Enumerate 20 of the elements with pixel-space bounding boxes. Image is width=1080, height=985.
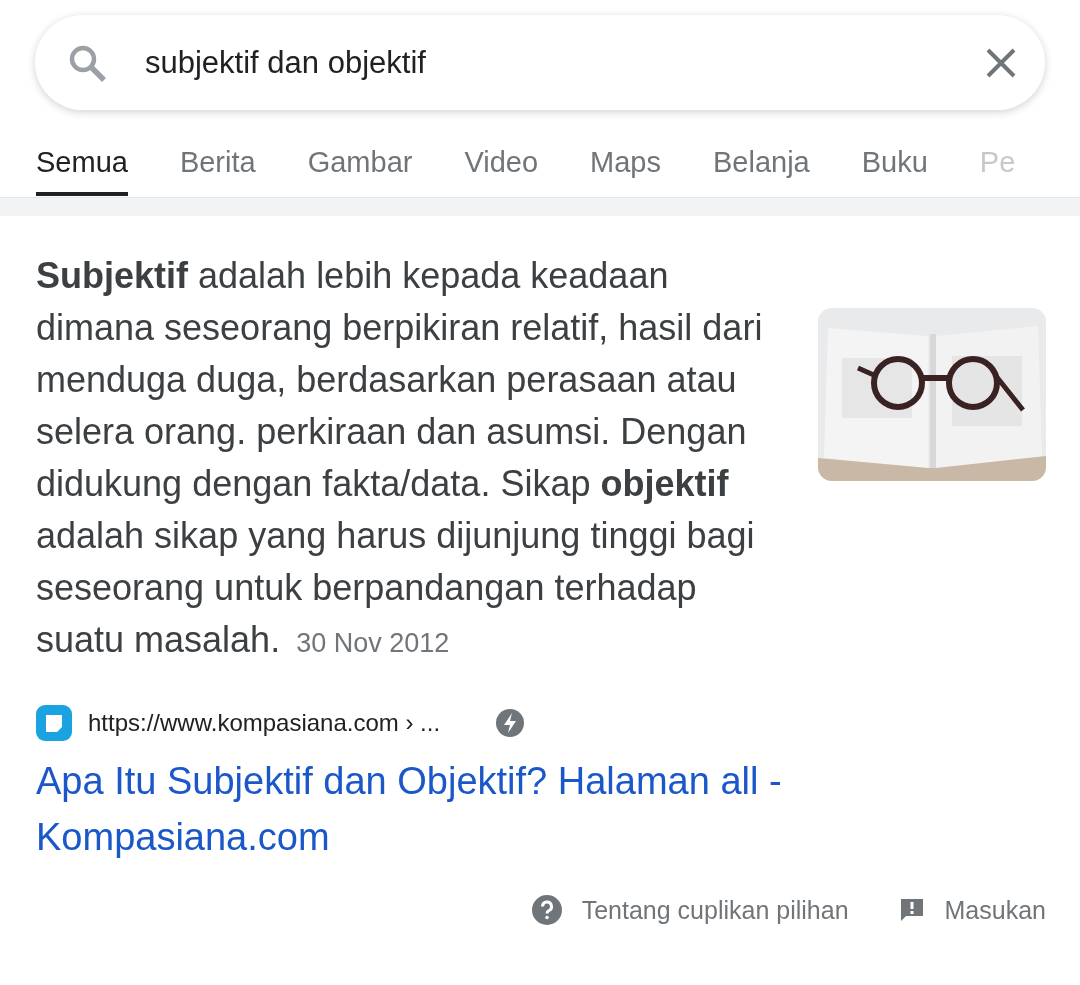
feedback-icon (898, 897, 925, 923)
site-logo-icon (36, 705, 72, 741)
search-field[interactable]: subjektif dan objektif (145, 40, 947, 85)
footer-link-label: Tentang cuplikan pilihan (581, 895, 849, 925)
result-url: https://www.kompasiana.com › ... (88, 709, 441, 737)
snippet-text: Subjektif adalah lebih kepada keadaan dimana seseorang berpikiran relatif, hasil dari menduga duga, berdasarkan perasaan atau selera orang. perkiraan dan asumsi. Dengan didukung dengan fakta/data. Sikap objektif adalah sikap yang harus dijunjung tinggi bagi seseorang untuk berpandangan terhadap suatu masalah. 30 Nov 2012 (36, 254, 764, 662)
search-tab[interactable]: Berita (179, 138, 256, 196)
search-tab[interactable]: Belanja (713, 138, 810, 196)
close-icon[interactable] (985, 46, 1017, 79)
search-tab[interactable]: Maps (590, 138, 661, 196)
search-tab[interactable]: Gambar (307, 138, 413, 196)
footer-link[interactable]: Masukan (898, 895, 1046, 925)
search-tab[interactable]: Buku (861, 138, 928, 196)
footer-link-label: Masukan (944, 895, 1046, 925)
lightning-icon (496, 709, 525, 737)
help-icon (531, 895, 562, 925)
footer-link[interactable]: Tentang cuplikan pilihan (531, 895, 849, 925)
search-tab[interactable]: Video (464, 138, 539, 196)
snippet-date: 30 Nov 2012 (296, 628, 450, 658)
result-title-link[interactable]: Apa Itu Subjektif dan Objektif? Halaman all - Kompasiana.com (0, 741, 1080, 865)
